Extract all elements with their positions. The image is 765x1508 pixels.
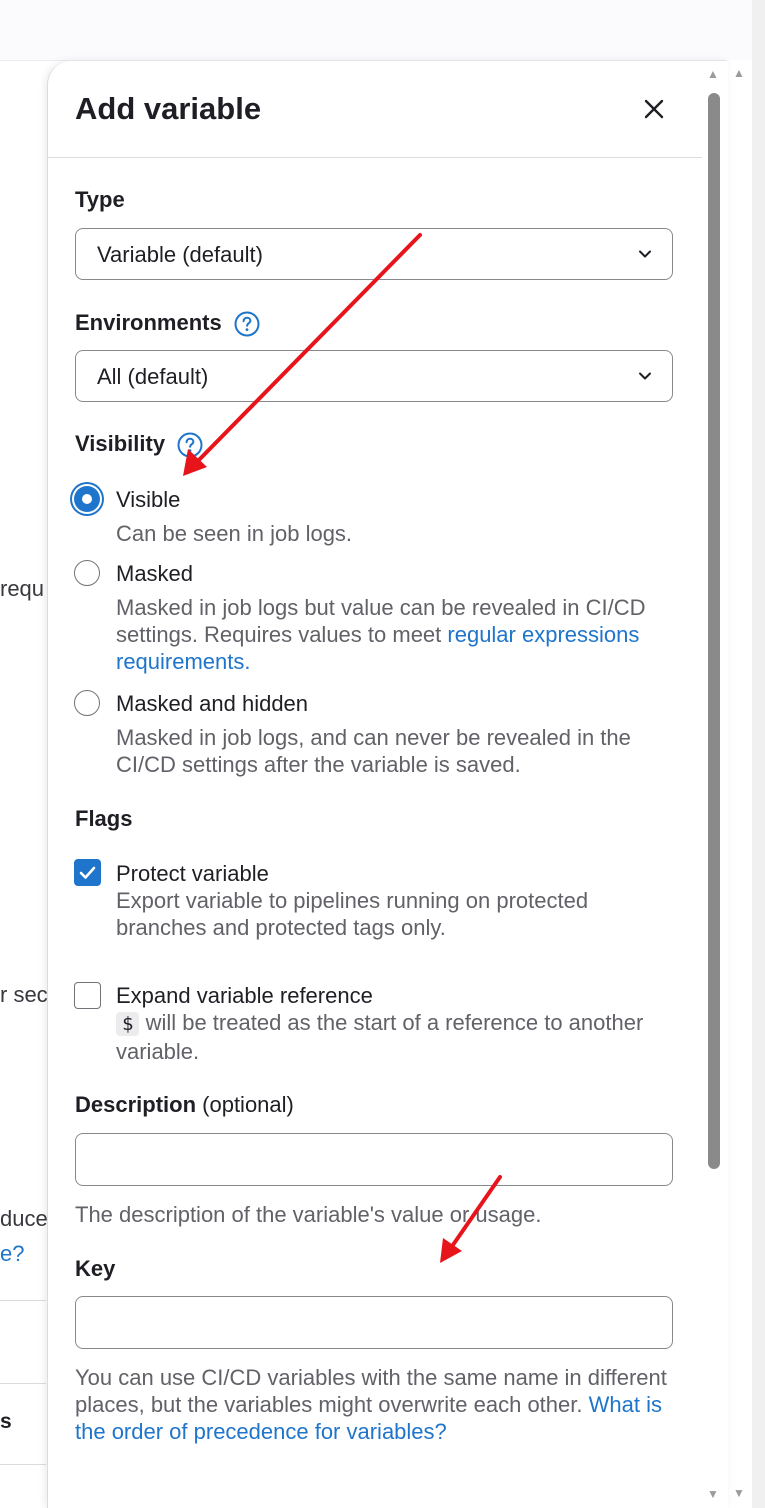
- visibility-option-help: Can be seen in job logs.: [116, 521, 353, 546]
- bg-divider: [0, 1464, 46, 1465]
- visibility-label: Visibility: [75, 431, 203, 458]
- help-icon[interactable]: [177, 432, 203, 458]
- expand-variable-help: $ will be treated as the start of a refe…: [116, 1009, 676, 1065]
- bg-text-fragment: s: [0, 1410, 12, 1433]
- drawer-header: Add variable: [48, 61, 702, 158]
- drawer-scroll-up-arrow[interactable]: ▲: [707, 67, 719, 81]
- right-edge-panel: [752, 0, 765, 1508]
- page-scroll-down-arrow[interactable]: ▼: [733, 1486, 745, 1500]
- description-input[interactable]: [75, 1133, 673, 1186]
- type-select-value: Variable (default): [97, 242, 263, 267]
- optional-tag: (optional): [196, 1092, 294, 1117]
- protect-variable-title: Protect variable: [116, 861, 269, 886]
- expand-variable-title: Expand variable reference: [116, 983, 373, 1008]
- page-header-bar: [0, 0, 752, 61]
- visibility-option-title: Masked and hidden: [116, 691, 309, 716]
- bg-text-fragment: duce: [0, 1206, 48, 1231]
- description-label-text: Description: [75, 1092, 197, 1117]
- visibility-option-help: Masked in job logs, and can never be rev…: [116, 725, 631, 777]
- protect-variable-checkbox[interactable]: [74, 859, 101, 886]
- visibility-option-title: Masked: [116, 561, 194, 586]
- close-button[interactable]: [638, 93, 670, 125]
- environments-label-text: Environments: [75, 310, 222, 335]
- dollar-code: $: [116, 1012, 140, 1036]
- visibility-radio-visible[interactable]: [74, 486, 100, 512]
- key-input[interactable]: [75, 1296, 673, 1349]
- bg-divider: [0, 1300, 46, 1301]
- help-icon[interactable]: [234, 311, 260, 337]
- page-scrollbar[interactable]: [727, 60, 752, 1508]
- drawer-title: Add variable: [75, 91, 262, 126]
- page-scroll-up-arrow[interactable]: ▲: [733, 66, 745, 80]
- key-label: Key: [75, 1256, 116, 1281]
- bg-text-fragment: r sec: [0, 982, 48, 1007]
- visibility-radio-masked[interactable]: [74, 560, 100, 586]
- chevron-down-icon: [639, 372, 651, 380]
- chevron-down-icon: [639, 250, 651, 258]
- drawer-scrollbar-thumb[interactable]: [708, 93, 720, 1169]
- key-help-text: You can use CI/CD variables with the sam…: [75, 1365, 667, 1417]
- visibility-label-text: Visibility: [75, 431, 166, 456]
- description-label: Description (optional): [75, 1092, 294, 1118]
- add-variable-drawer: Add variable ▲ ▼ Type Variable (default)…: [47, 61, 728, 1508]
- checkmark-icon: [79, 866, 95, 879]
- type-select[interactable]: Variable (default): [75, 228, 673, 280]
- close-icon: [644, 99, 664, 119]
- description-help: The description of the variable's value …: [75, 1202, 542, 1227]
- environments-select-value: All (default): [97, 364, 209, 389]
- bg-divider: [0, 1383, 46, 1384]
- expand-help-text: will be treated as the start of a refere…: [116, 1010, 644, 1064]
- visibility-option-help: Masked in job logs but value can be reve…: [116, 594, 676, 675]
- environments-label: Environments: [75, 310, 260, 337]
- flags-label: Flags: [75, 806, 133, 831]
- visibility-radio-masked-hidden[interactable]: [74, 690, 100, 716]
- expand-variable-checkbox[interactable]: [74, 982, 101, 1009]
- protect-variable-help: Export variable to pipelines running on …: [116, 888, 589, 940]
- type-label: Type: [75, 187, 125, 212]
- environments-select[interactable]: All (default): [75, 350, 673, 402]
- visibility-option-title: Visible: [116, 487, 181, 512]
- drawer-scroll-down-arrow[interactable]: ▼: [707, 1487, 719, 1501]
- key-help: You can use CI/CD variables with the sam…: [75, 1364, 675, 1445]
- bg-link-fragment[interactable]: e?: [0, 1241, 24, 1267]
- bg-text-fragment: requ: [0, 576, 45, 601]
